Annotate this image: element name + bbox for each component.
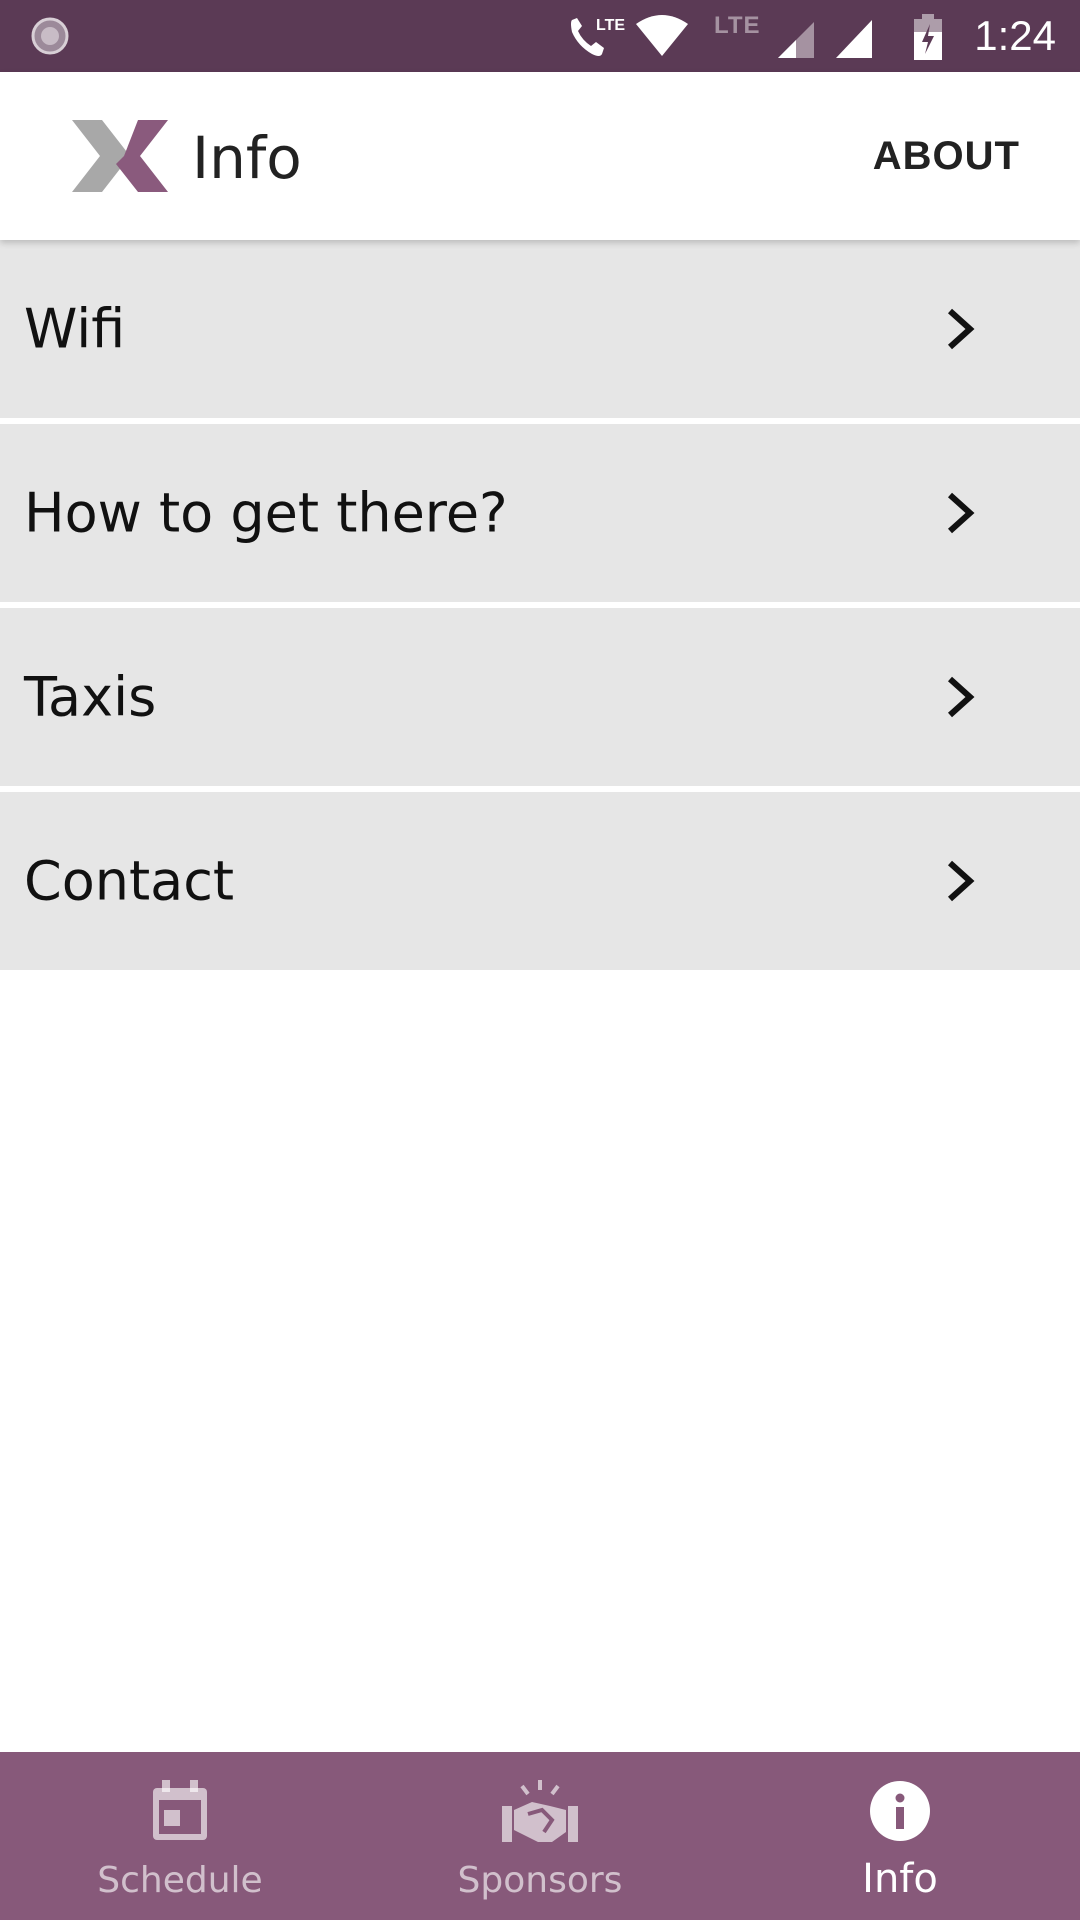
chevron-right-icon: [947, 676, 975, 718]
list-item-wifi[interactable]: Wifi: [0, 240, 1080, 418]
calendar-icon: [153, 1780, 207, 1840]
info-list: Wifi How to get there? Taxis Contact: [0, 240, 1080, 976]
chevron-right-icon: [947, 308, 975, 350]
list-item-label: Taxis: [24, 665, 157, 729]
list-item-contact[interactable]: Contact: [0, 792, 1080, 970]
lte-call-icon: LTE: [571, 17, 625, 56]
list-item-how-to-get-there[interactable]: How to get there?: [0, 424, 1080, 602]
bottom-navigation: Schedule Sponsors Info: [0, 1752, 1080, 1920]
info-icon: [870, 1781, 930, 1841]
wifi-icon: [636, 15, 688, 56]
clock: 1:24: [974, 12, 1056, 59]
x-logo-icon: [72, 120, 168, 192]
chevron-right-icon: [947, 860, 975, 902]
app-notification-icon: [31, 17, 69, 55]
app-bar: Info ABOUT: [0, 72, 1080, 240]
nav-label-schedule: Schedule: [97, 1860, 263, 1901]
list-item-label: Wifi: [24, 297, 126, 361]
chevron-right-icon: [947, 492, 975, 534]
nav-label-sponsors: Sponsors: [457, 1860, 623, 1901]
nav-item-schedule[interactable]: Schedule: [0, 1752, 360, 1920]
list-item-label: How to get there?: [24, 481, 508, 545]
svg-text:LTE: LTE: [596, 17, 625, 34]
list-item-label: Contact: [24, 849, 235, 913]
lte-label: LTE: [714, 12, 761, 39]
signal-full-icon: [836, 20, 872, 58]
about-button[interactable]: ABOUT: [873, 134, 1020, 179]
status-bar: LTE LTE 1:24: [0, 0, 1080, 72]
nav-item-info[interactable]: Info: [720, 1752, 1080, 1920]
handshake-icon: [502, 1780, 578, 1842]
signal-icon: [778, 22, 814, 58]
nav-label-info: Info: [862, 1856, 938, 1902]
nav-item-sponsors[interactable]: Sponsors: [360, 1752, 720, 1920]
list-item-taxis[interactable]: Taxis: [0, 608, 1080, 786]
page-title: Info: [192, 124, 302, 192]
battery-charging-icon: [914, 14, 942, 60]
